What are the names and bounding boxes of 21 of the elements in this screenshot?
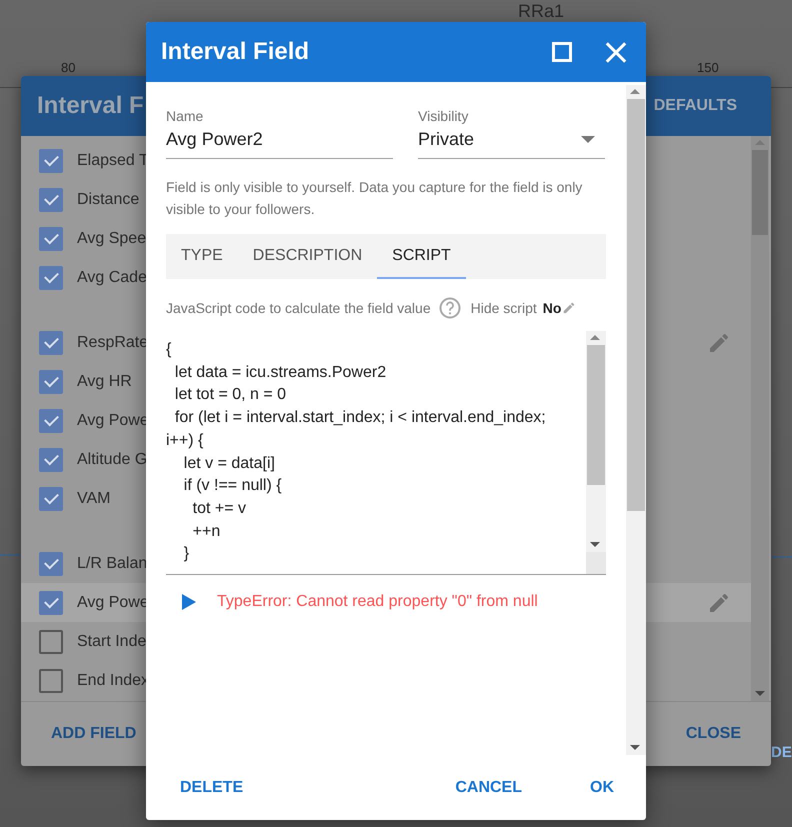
dialog-title: Interval Field (161, 38, 310, 66)
dialog-title: Interval F (37, 92, 144, 120)
field-label: RespRate (77, 334, 148, 352)
field-label: Visibility (418, 107, 470, 125)
field-label: VAM (77, 490, 110, 508)
field-label: Avg HR (77, 372, 132, 390)
field-label: Avg Cade (77, 268, 147, 286)
field-label: Altitude G (77, 450, 148, 468)
field-label: Name (166, 107, 204, 125)
hide-script-label: Hide script (470, 300, 537, 316)
help-text: Field is only visible to yourself. Data you capture for the field is only visible to your followers. (166, 178, 584, 219)
script-caption: JavaScript code to calculate the field value (166, 300, 431, 316)
field-label: Avg Spee (77, 230, 146, 248)
field-label: L/R Balan (77, 554, 148, 572)
chart-title: RRa1 (518, 1, 564, 21)
axis-label: 80 (61, 60, 76, 75)
error-message: TypeError: Cannot read property "0" from null (217, 593, 538, 611)
hide-script-value: No (542, 300, 562, 316)
field-label: Start Inde (77, 632, 146, 650)
field-label: Distance (77, 190, 140, 208)
axis-label: 150 (697, 60, 719, 75)
